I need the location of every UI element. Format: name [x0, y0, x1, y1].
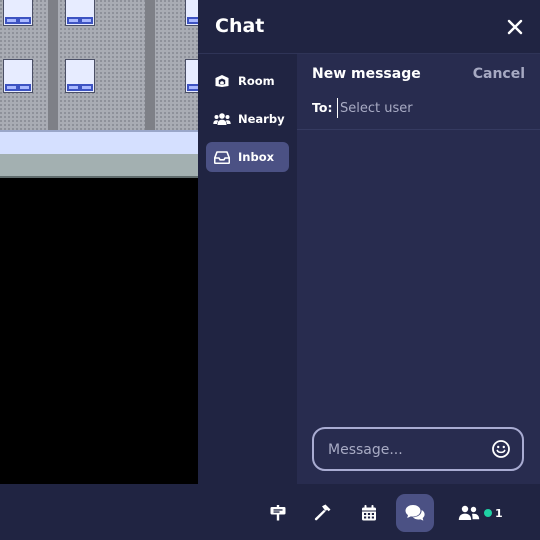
window-tile: [65, 59, 95, 93]
recipient-input[interactable]: [337, 98, 525, 118]
wall-pillar: [145, 0, 155, 130]
inbox-icon: [213, 150, 231, 164]
calendar-button[interactable]: [350, 494, 388, 532]
chat-icon: [405, 505, 425, 521]
compose-title: New message: [312, 66, 421, 82]
chat-header: Chat: [198, 0, 540, 54]
ledge: [0, 154, 198, 178]
users-icon: [213, 112, 231, 126]
compose-header: New message Cancel To:: [297, 54, 540, 130]
chat-panel: Chat Room Nearby Inbox New message Cance…: [198, 0, 540, 484]
online-count: 1: [495, 506, 503, 520]
nav-item-room[interactable]: Room: [206, 66, 289, 96]
nav-item-inbox[interactable]: Inbox: [206, 142, 289, 172]
walkway: [0, 130, 198, 154]
participants-icon: [458, 505, 480, 520]
nav-item-nearby[interactable]: Nearby: [206, 104, 289, 134]
close-icon: [507, 19, 523, 35]
window-tile: [65, 0, 95, 26]
build-button[interactable]: [304, 494, 342, 532]
window-tile: [3, 0, 33, 26]
emoji-button[interactable]: [491, 439, 511, 459]
chat-button[interactable]: [396, 494, 434, 532]
message-box[interactable]: [312, 427, 524, 471]
wall-pillar: [48, 0, 58, 130]
chat-nav: Room Nearby Inbox: [198, 54, 297, 484]
window-tile: [3, 59, 33, 93]
window-tile: [185, 59, 198, 93]
close-button[interactable]: [504, 16, 526, 38]
online-status-dot: [484, 509, 492, 517]
nav-label-room: Room: [238, 74, 275, 88]
emoji-icon: [492, 440, 510, 458]
message-input[interactable]: [326, 439, 490, 461]
window-tile: [185, 0, 198, 26]
to-label: To:: [312, 100, 333, 115]
chat-main: New message Cancel To:: [297, 54, 540, 484]
chat-title: Chat: [215, 15, 265, 37]
bottom-toolbar: 1: [0, 484, 540, 540]
hammer-icon: [314, 504, 331, 521]
signpost-icon: [270, 505, 286, 521]
room-icon: [213, 74, 231, 88]
nav-label-inbox: Inbox: [238, 150, 275, 164]
calendar-icon: [362, 505, 376, 521]
signpost-button[interactable]: [259, 494, 297, 532]
cancel-button[interactable]: Cancel: [473, 66, 525, 82]
game-world[interactable]: [0, 0, 198, 484]
participants-button[interactable]: 1: [458, 502, 503, 524]
nav-label-nearby: Nearby: [238, 112, 285, 126]
